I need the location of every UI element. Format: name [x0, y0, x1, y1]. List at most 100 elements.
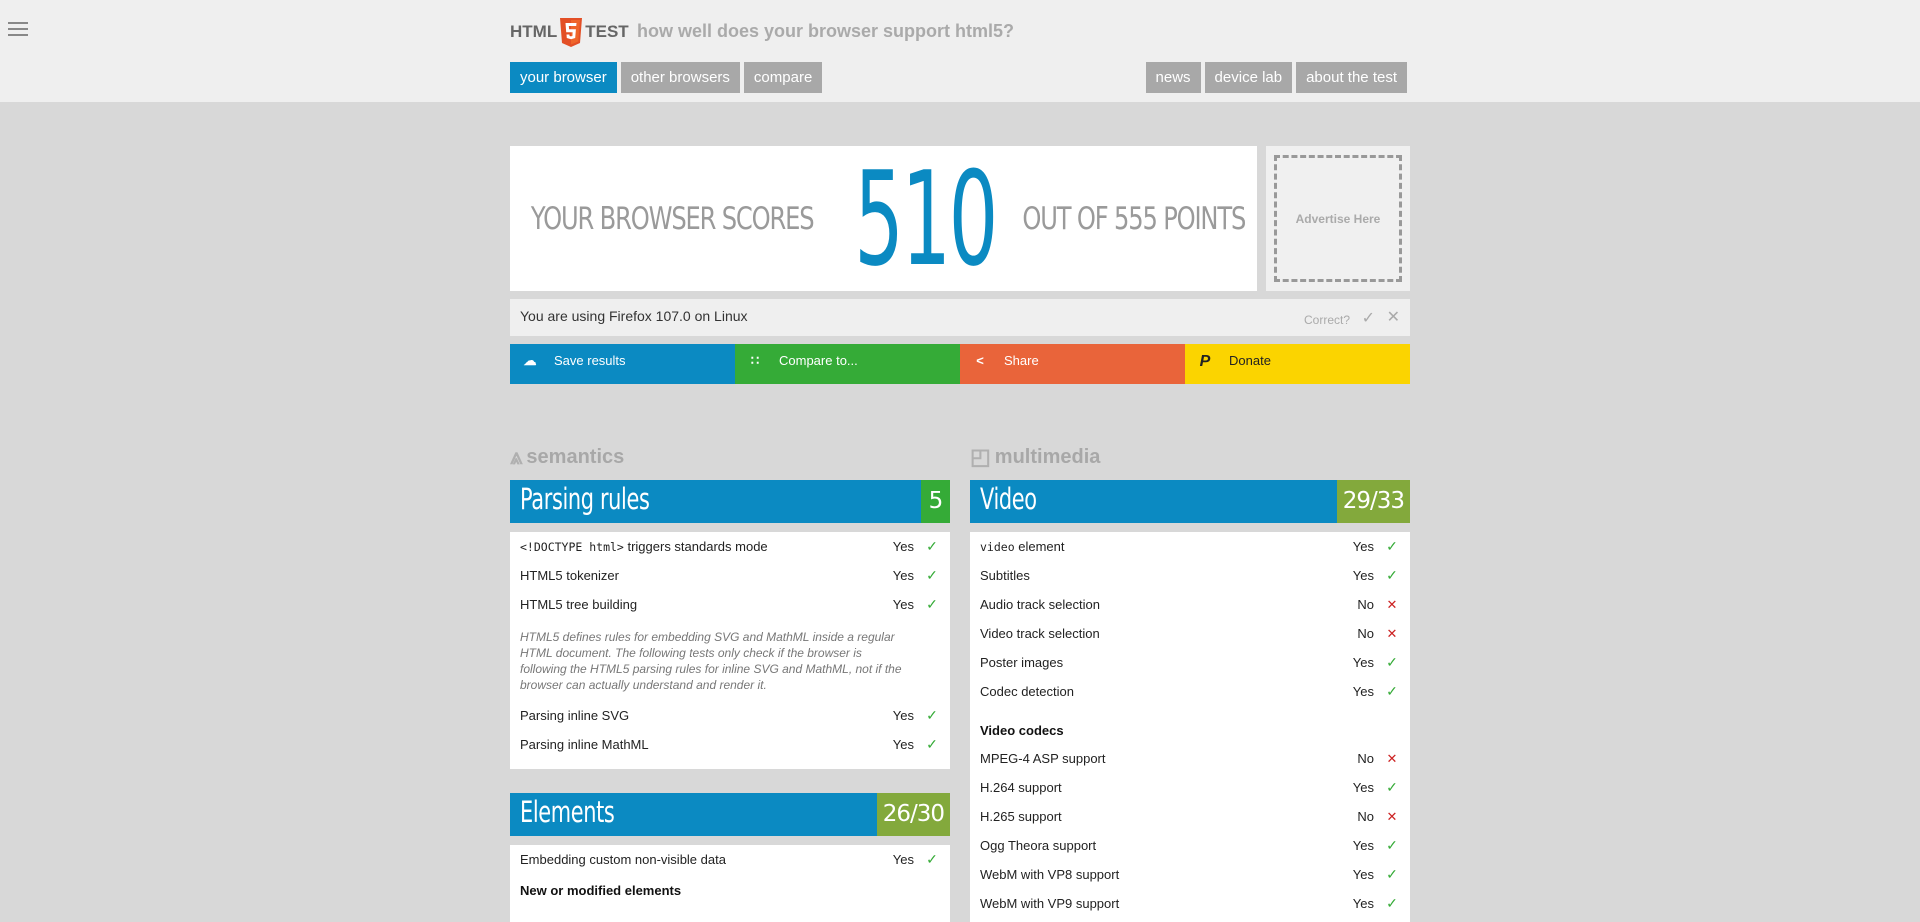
category-multimedia-label: multimedia [994, 445, 1101, 468]
test-row[interactable]: Codec detection Yes ✓ [970, 677, 1410, 706]
test-label: <!DOCTYPE html> triggers standards mode [520, 539, 768, 554]
subsection-heading: Video codecs [980, 723, 1064, 738]
test-row[interactable]: WebM with VP9 support Yes ✓ [970, 889, 1410, 918]
test-result: Yes [892, 737, 914, 752]
nav-compare[interactable]: compare [743, 62, 823, 93]
nav-news[interactable]: news [1145, 62, 1201, 93]
test-label: MPEG-4 ASP support [980, 751, 1106, 766]
nav-your-browser[interactable]: your browser [510, 62, 617, 93]
test-label: Parsing inline SVG [520, 708, 630, 723]
test-row[interactable]: WebM with VP8 support Yes ✓ [970, 860, 1410, 889]
html5test-logo[interactable]: HTML TEST [510, 17, 629, 47]
test-row[interactable]: Parsing inline MathML Yes ✓ [510, 730, 950, 759]
test-row[interactable]: Parsing inline SVG Yes ✓ [510, 701, 950, 730]
check-icon: ✓ [1386, 866, 1398, 882]
test-row[interactable]: MPEG-4 ASP support No ✕ [970, 744, 1410, 773]
compare-to-button[interactable]: ∷ Compare to... [735, 344, 960, 384]
test-result: Yes [1352, 896, 1374, 911]
action-bar: ☁ Save results ∷ Compare to... < Share P… [510, 344, 1410, 384]
donate-button[interactable]: P Donate [1185, 344, 1410, 384]
film-icon: ◰ [970, 444, 991, 469]
score-value: 510 [854, 142, 998, 295]
confirm-check-icon[interactable]: ✓ [1362, 308, 1375, 328]
test-result: No [1357, 626, 1374, 641]
test-row[interactable]: Embedding custom non-visible data Yes ✓ [510, 845, 950, 874]
test-row[interactable]: Ogg Theora support Yes ✓ [970, 831, 1410, 860]
share-label: Share [1004, 353, 1039, 368]
test-result: Yes [1352, 780, 1374, 795]
score-panel: YOUR BROWSER SCORES 510 OUT OF 555 POINT… [510, 146, 1257, 291]
advertise-here-label[interactable]: Advertise Here [1274, 155, 1402, 282]
test-label: H.264 support [980, 780, 1062, 795]
test-label: HTML5 tokenizer [520, 568, 619, 583]
test-label: H.265 support [980, 809, 1062, 824]
test-result: Yes [1352, 838, 1374, 853]
section-score: 5 [921, 480, 950, 523]
primary-nav: your browser other browsers compare [510, 62, 823, 93]
test-result: No [1357, 809, 1374, 824]
useragent-bar: You are using Firefox 107.0 on Linux Cor… [510, 299, 1410, 336]
section-title: Parsing rules [520, 482, 650, 516]
top-bar: HTML TEST how well does your browser sup… [0, 0, 1920, 102]
ad-slot[interactable]: Advertise Here [1266, 146, 1410, 291]
test-result: Yes [1352, 684, 1374, 699]
category-semantics-label: semantics [526, 445, 625, 468]
check-icon: ✓ [1386, 683, 1398, 699]
test-row[interactable]: HTML5 tokenizer Yes ✓ [510, 561, 950, 590]
section-score: 29/33 [1336, 480, 1410, 523]
check-icon: ✓ [1386, 895, 1398, 911]
section-score: 26/30 [876, 793, 950, 836]
check-icon: ✓ [926, 596, 938, 612]
test-result: Yes [892, 852, 914, 867]
save-results-button[interactable]: ☁ Save results [510, 344, 735, 384]
useragent-text: You are using Firefox 107.0 on Linux [520, 308, 748, 324]
test-result: Yes [892, 539, 914, 554]
test-label: HTML5 tree building [520, 597, 638, 612]
test-result: No [1357, 597, 1374, 612]
test-result: No [1357, 751, 1374, 766]
section-title: Elements [520, 795, 615, 829]
section-panel-video: video element Yes ✓ Subtitles Yes ✓ Audi… [970, 532, 1410, 922]
test-row[interactable]: Subtitles Yes ✓ [970, 561, 1410, 590]
test-label: WebM with VP9 support [980, 896, 1120, 911]
test-label: Poster images [980, 655, 1064, 670]
cross-icon: ✕ [1386, 625, 1398, 641]
tagline: how well does your browser support html5… [637, 21, 1015, 41]
explanatory-note: HTML5 defines rules for embedding SVG an… [520, 630, 902, 692]
section-panel-parsing-rules: <!DOCTYPE html> triggers standards mode … [510, 532, 950, 769]
donate-label: Donate [1229, 353, 1271, 368]
check-icon: ✓ [1386, 567, 1398, 583]
test-row[interactable]: Audio track selection No ✕ [970, 590, 1410, 619]
test-row[interactable]: HTML5 tree building Yes ✓ [510, 590, 950, 619]
section-panel-elements: Embedding custom non-visible data Yes ✓ … [510, 845, 950, 922]
menu-icon[interactable] [8, 22, 28, 38]
share-button[interactable]: < Share [960, 344, 1185, 384]
nav-about-the-test[interactable]: about the test [1296, 62, 1407, 93]
logo-text-right: TEST [585, 22, 629, 41]
test-label: Embedding custom non-visible data [520, 852, 726, 867]
test-row[interactable]: Video track selection No ✕ [970, 619, 1410, 648]
compare-to-label: Compare to... [779, 353, 858, 368]
nav-other-browsers[interactable]: other browsers [620, 62, 740, 93]
test-label: Ogg Theora support [980, 838, 1097, 853]
test-row[interactable]: H.264 support Yes ✓ [970, 773, 1410, 802]
reject-x-icon[interactable]: ✕ [1387, 307, 1400, 327]
check-icon: ✓ [926, 736, 938, 752]
test-row[interactable]: <!DOCTYPE html> triggers standards mode … [510, 532, 950, 561]
section-header-video: Video 29/33 [970, 480, 1410, 523]
score-suffix: OUT OF 555 POINTS [1022, 200, 1246, 237]
test-result: Yes [892, 597, 914, 612]
test-label: Video track selection [980, 626, 1100, 641]
test-row[interactable]: H.265 support No ✕ [970, 802, 1410, 831]
section-title: Video [980, 482, 1037, 516]
nav-device-lab[interactable]: device lab [1204, 62, 1293, 93]
test-row[interactable]: video element Yes ✓ [970, 532, 1410, 561]
test-result: Yes [1352, 568, 1374, 583]
section-header-parsing-rules: Parsing rules 5 [510, 480, 950, 523]
secondary-nav: news device lab about the test [1145, 62, 1407, 93]
check-icon: ✓ [1386, 654, 1398, 670]
test-label: Codec detection [980, 684, 1074, 699]
subsection-heading: New or modified elements [520, 883, 682, 898]
test-row[interactable]: Poster images Yes ✓ [970, 648, 1410, 677]
logo-text-left: HTML [510, 22, 558, 41]
